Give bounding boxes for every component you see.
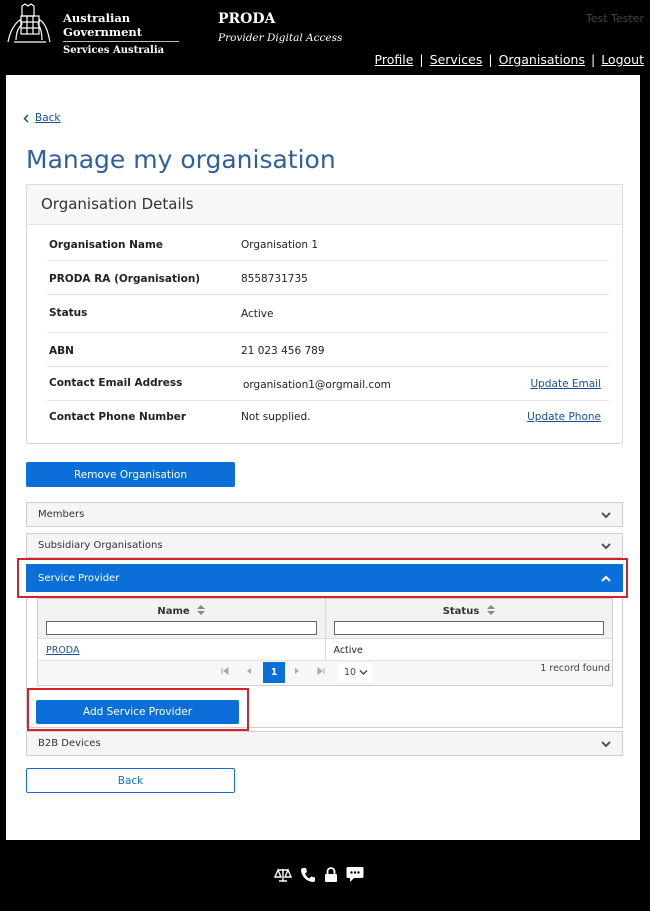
- detail-label: Contact Phone Number: [49, 411, 187, 423]
- page-size-select[interactable]: 10: [338, 663, 372, 682]
- phone-icon[interactable]: [300, 867, 316, 883]
- column-header-status[interactable]: Status: [324, 599, 613, 638]
- back-button[interactable]: Back: [26, 768, 235, 793]
- page-title: Manage my organisation: [26, 145, 336, 174]
- back-link[interactable]: Back: [23, 112, 61, 124]
- chat-icon[interactable]: [346, 866, 364, 883]
- site-header: Australian Government Services Australia…: [0, 0, 650, 75]
- chevron-down-icon: [359, 670, 368, 675]
- table-pager: 1 10 1 record found: [38, 661, 612, 685]
- accordion-label: Subsidiary Organisations: [38, 540, 163, 551]
- detail-label: Status: [49, 307, 88, 319]
- branding-divider: [63, 41, 179, 42]
- detail-value: 8558731735: [241, 273, 308, 285]
- lock-icon[interactable]: [324, 866, 338, 883]
- nav-organisations-link[interactable]: Organisations: [499, 52, 585, 67]
- column-label: Status: [442, 606, 480, 617]
- chevron-down-icon: [601, 512, 611, 519]
- detail-row-phone: Contact Phone Number Not supplied. Updat…: [47, 401, 609, 435]
- name-filter-input[interactable]: [46, 621, 317, 635]
- details-heading: Organisation Details: [27, 185, 622, 225]
- detail-label: PRODA RA (Organisation): [49, 273, 201, 285]
- detail-label: Organisation Name: [49, 239, 164, 251]
- detail-value: Active: [241, 308, 274, 320]
- next-page-icon[interactable]: [293, 667, 301, 675]
- record-count: 1 record found: [540, 663, 610, 674]
- nav-separator: |: [590, 52, 596, 67]
- service-provider-table: Name Status PRODA Active 1 10 1 record f…: [37, 598, 613, 686]
- highlight-add-service-provider: [27, 688, 249, 731]
- accordion-label: B2B Devices: [38, 738, 101, 749]
- nav-services-link[interactable]: Services: [430, 52, 483, 67]
- page-size-value: 10: [344, 667, 357, 678]
- highlight-service-provider: [17, 558, 628, 598]
- update-phone-link[interactable]: Update Phone: [527, 411, 601, 423]
- coat-of-arms-logo: [7, 3, 51, 43]
- sort-icon[interactable]: [486, 605, 495, 615]
- detail-row-org-name: Organisation Name Organisation 1: [47, 227, 609, 261]
- organisation-details-panel: Organisation Details Organisation Name O…: [26, 184, 623, 444]
- top-navigation: Profile | Services | Organisations | Log…: [375, 52, 644, 67]
- agency-name: Services Australia: [63, 45, 165, 56]
- table-header-row: Name Status: [38, 599, 612, 639]
- accordion-subsidiary-organisations[interactable]: Subsidiary Organisations: [26, 533, 623, 558]
- first-page-icon[interactable]: [221, 667, 229, 675]
- table-cell-name: PRODA: [38, 639, 325, 660]
- update-email-link[interactable]: Update Email: [531, 378, 602, 390]
- scales-icon[interactable]: [274, 867, 292, 883]
- app-subtitle: Provider Digital Access: [218, 32, 343, 44]
- remove-organisation-button[interactable]: Remove Organisation: [26, 462, 235, 487]
- nav-separator: |: [419, 52, 424, 67]
- current-page-button[interactable]: 1: [263, 662, 285, 683]
- accordion-b2b-devices[interactable]: B2B Devices: [26, 731, 623, 756]
- sort-icon[interactable]: [197, 605, 206, 615]
- column-label: Name: [157, 606, 190, 617]
- previous-page-icon[interactable]: [245, 667, 253, 675]
- detail-value: Organisation 1: [241, 239, 319, 251]
- detail-label: ABN: [49, 345, 74, 357]
- app-branding: PRODA Provider Digital Access: [218, 11, 342, 44]
- detail-label: Contact Email Address: [49, 377, 183, 389]
- status-filter-input[interactable]: [333, 621, 604, 635]
- chevron-down-icon: [601, 543, 611, 550]
- detail-value: organisation1@orgmail.com: [243, 379, 391, 391]
- site-footer: [0, 840, 650, 911]
- main-content: Back Manage my organisation Organisation…: [6, 75, 640, 840]
- detail-value: Not supplied.: [241, 411, 311, 423]
- service-provider-link[interactable]: PRODA: [46, 645, 79, 656]
- user-name: Test Tester: [585, 12, 644, 25]
- nav-profile-link[interactable]: Profile: [375, 52, 414, 67]
- detail-row-status: Status Active: [47, 295, 609, 333]
- column-header-name[interactable]: Name: [38, 599, 325, 638]
- detail-row-proda-ra: PRODA RA (Organisation) 8558731735: [47, 261, 609, 295]
- last-page-icon[interactable]: [317, 667, 325, 675]
- accordion-members[interactable]: Members: [26, 502, 623, 527]
- back-link-label: Back: [35, 112, 61, 124]
- app-title: PRODA: [218, 11, 276, 27]
- table-cell-status: Active: [324, 639, 613, 660]
- detail-row-email: Contact Email Address organisation1@orgm…: [47, 367, 609, 401]
- detail-row-abn: ABN 21 023 456 789: [47, 333, 609, 367]
- detail-value: 21 023 456 789: [241, 345, 325, 357]
- footer-icons: [274, 866, 364, 883]
- chevron-left-icon: [23, 113, 29, 123]
- chevron-down-icon: [601, 741, 611, 748]
- gov-name: Australian Government: [63, 11, 143, 39]
- table-row: PRODA Active: [38, 639, 612, 661]
- nav-logout-link[interactable]: Logout: [601, 52, 644, 67]
- accordion-label: Members: [38, 509, 85, 520]
- nav-separator: |: [488, 52, 493, 67]
- government-branding: Australian Government Services Australia: [63, 11, 179, 56]
